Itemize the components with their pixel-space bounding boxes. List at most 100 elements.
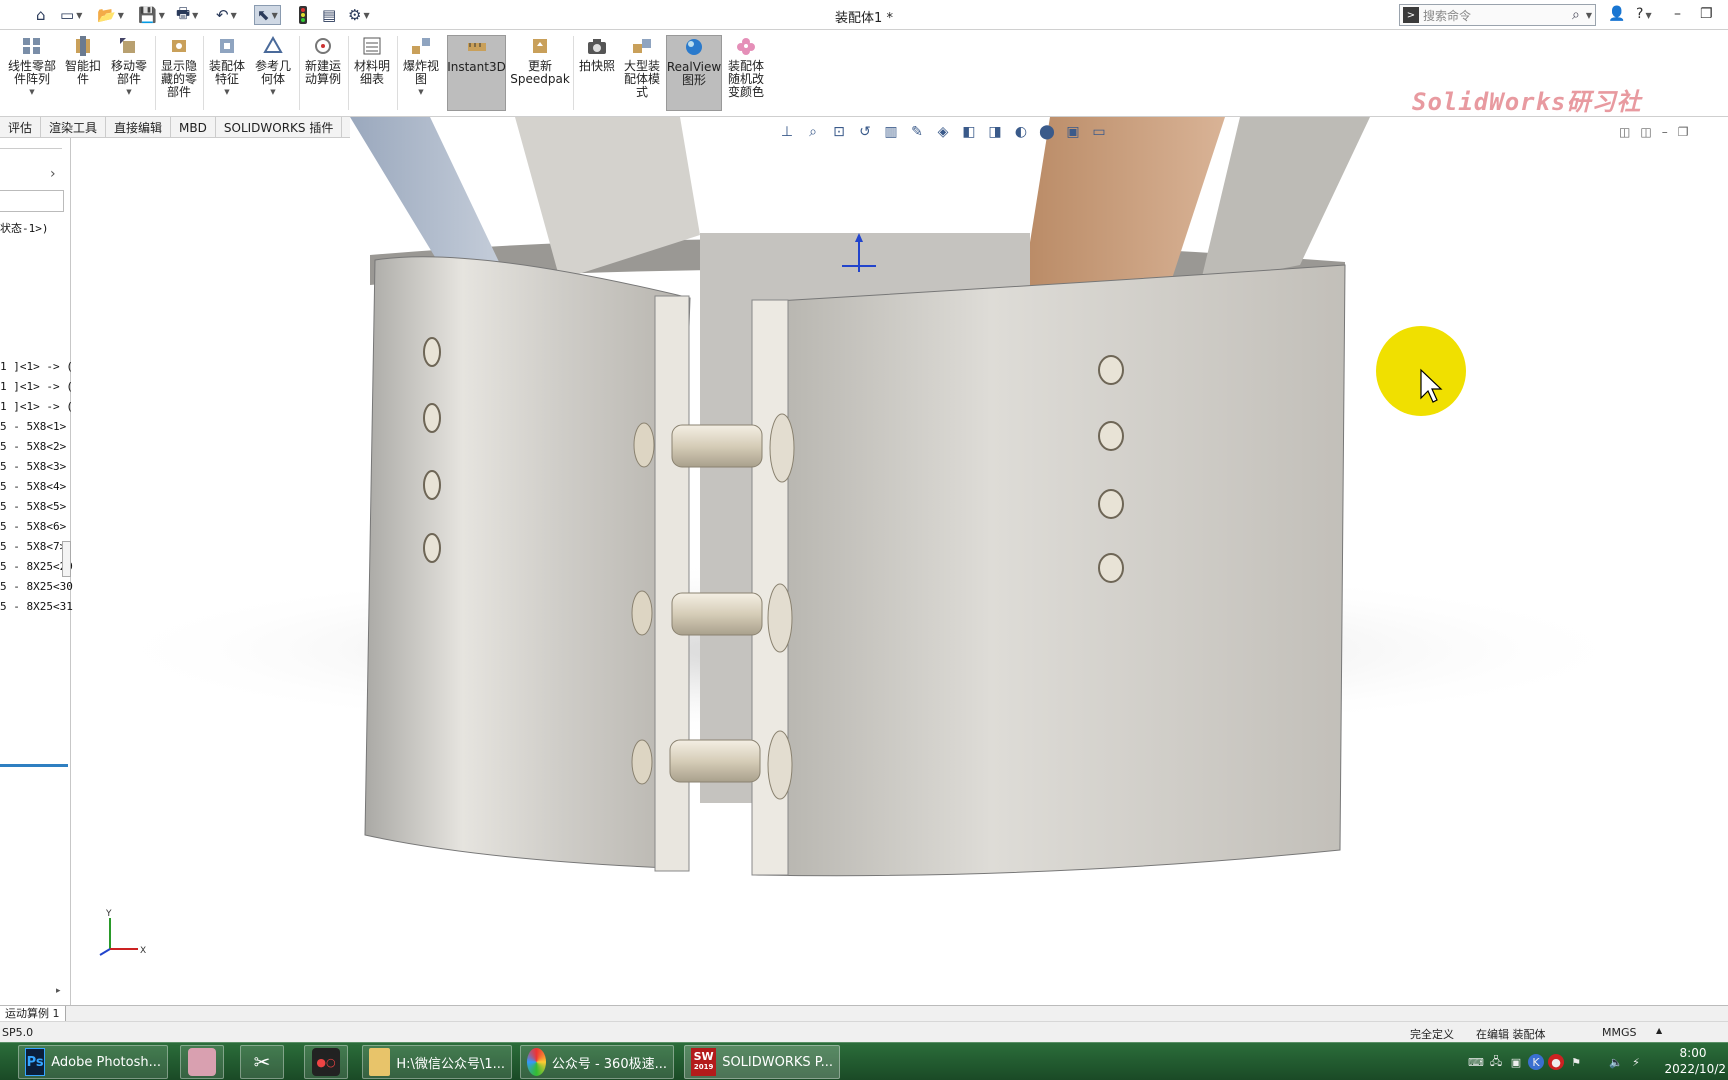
taskbar-app-3[interactable]: ✂ (240, 1045, 284, 1079)
apply-scene-icon[interactable]: ⬤ (1037, 122, 1057, 142)
tab-render-tools[interactable]: 渲染工具 (41, 117, 107, 138)
tree-item[interactable]: 5 - 5X8<1> (0, 420, 66, 433)
tree-item[interactable]: 5 - 5X8<3> (0, 460, 66, 473)
smart-fasteners-button[interactable]: 智能扣 件 (62, 35, 104, 111)
tree-item[interactable]: 5 - 8X25<31 (0, 600, 73, 613)
zoom-to-fit-icon[interactable]: ⌕ (803, 122, 823, 142)
search-dropdown-icon[interactable]: ▼ (1586, 11, 1592, 20)
tile-right-icon[interactable]: ◫ (1640, 125, 1651, 139)
print-button[interactable]: 🖶 ▼ (176, 4, 198, 25)
tab-direct-editing[interactable]: 直接编辑 (106, 117, 172, 138)
large-assembly-mode-button[interactable]: 大型装 配体模 式 (621, 35, 663, 111)
record-icon[interactable]: ● (1548, 1054, 1564, 1070)
reference-geometry-button[interactable]: 参考几 何体 ▼ (252, 35, 294, 111)
open-button[interactable]: 📂 ▼ (97, 5, 124, 25)
tree-item[interactable]: 5 - 8X25<30 (0, 580, 73, 593)
search-commands-input[interactable]: > 搜索命令 ⌕ ▼ (1399, 4, 1596, 26)
tab-solidworks-addins[interactable]: SOLIDWORKS 插件 (216, 117, 343, 138)
expand-chevron-icon[interactable]: › (50, 166, 56, 182)
assembly-features-button[interactable]: 装配体 特征 ▼ (206, 35, 248, 111)
smart-fasteners-icon (71, 35, 95, 57)
save-button[interactable]: 💾 ▼ (138, 5, 165, 25)
edit-appearance-icon[interactable]: ◐ (1011, 122, 1031, 142)
keyboard-icon[interactable]: ⌨ (1468, 1054, 1484, 1070)
graphics-viewport[interactable]: Y X ⊥ ⌕ ⊡ ↺ ▥ ✎ ◈ ◧ ◨ ◐ ⬤ ▣ ▭ ◫ ◫ – ❐ (71, 117, 1728, 1005)
tree-item[interactable]: 5 - 5X8<4> (0, 480, 66, 493)
new-document-button[interactable]: ▭ ▼ (60, 5, 82, 25)
help-label: ? (1636, 6, 1644, 22)
show-hidden-components-button[interactable]: 显示隐 藏的零 部件 (158, 35, 200, 111)
undo-button[interactable]: ↶ ▼ (216, 5, 237, 25)
rebuild-traffic-light-icon[interactable] (298, 5, 308, 25)
previous-view-icon[interactable]: ↺ (855, 122, 875, 142)
viewport-minimize-icon[interactable]: – (1662, 125, 1668, 139)
section-view-icon[interactable]: ▥ (881, 122, 901, 142)
tray-k-icon[interactable]: K (1528, 1054, 1544, 1070)
search-icon[interactable]: ⌕ (1572, 7, 1580, 23)
rb-label: 件 (76, 72, 89, 86)
display-style-icon[interactable]: ◧ (959, 122, 979, 142)
network-icon[interactable]: 🖧 (1488, 1054, 1504, 1070)
exploded-view-button[interactable]: 爆炸视 图 ▼ (400, 35, 442, 111)
power-icon[interactable]: ⚡ (1628, 1054, 1644, 1070)
status-bar: SP5.0 完全定义 在编辑 装配体 MMGS ▲ (0, 1021, 1728, 1042)
instant3d-button[interactable]: Instant3D (447, 35, 506, 111)
realview-graphics-button[interactable]: RealView 图形 (666, 35, 722, 111)
taskbar-explorer[interactable]: H:\微信公众号\1... (362, 1045, 512, 1079)
tree-item[interactable]: 1 ]<1> -> ( (0, 400, 73, 413)
heads-up-view-toolbar: ⊥ ⌕ ⊡ ↺ ▥ ✎ ◈ ◧ ◨ ◐ ⬤ ▣ ▭ (777, 120, 1109, 144)
linear-pattern-button[interactable]: 线性零部 件阵列 ▼ (6, 35, 58, 111)
dynamic-annotation-icon[interactable]: ✎ (907, 122, 927, 142)
update-speedpak-button[interactable]: 更新 Speedpak (510, 35, 570, 111)
tree-filter-input[interactable] (0, 190, 64, 212)
taskbar-browser[interactable]: 公众号 - 360极速... (520, 1045, 674, 1079)
options-gear-icon[interactable]: ⚙ ▼ (348, 5, 370, 25)
user-icon[interactable]: 👤 (1608, 6, 1625, 22)
tree-item[interactable]: 1 ]<1> -> ( (0, 380, 73, 393)
taskbar-solidworks[interactable]: SW 2019 SOLIDWORKS P... (684, 1045, 840, 1079)
view-orientation-icon[interactable]: ⊥ (777, 122, 797, 142)
tab-evaluate[interactable]: 评估 (0, 117, 42, 138)
restore-button[interactable]: ❐ (1700, 6, 1713, 22)
taskbar-app-4[interactable]: ●○ (304, 1045, 348, 1079)
hide-show-items-icon[interactable]: ◨ (985, 122, 1005, 142)
recorder-icon: ●○ (312, 1048, 340, 1076)
take-snapshot-button[interactable]: 拍快照 (576, 35, 618, 111)
scroll-right-icon[interactable]: ▸ (56, 986, 61, 996)
flag-icon[interactable]: ⚑ (1568, 1054, 1584, 1070)
clock-date: 2022/10/2 (1664, 1062, 1726, 1076)
assembly-model[interactable]: Y X (71, 117, 1728, 1005)
taskbar-app-2[interactable] (180, 1045, 224, 1079)
tile-left-icon[interactable]: ◫ (1619, 125, 1630, 139)
view-settings-icon[interactable]: ▣ (1063, 122, 1083, 142)
view-cube-icon[interactable]: ◈ (933, 122, 953, 142)
units-arrow-icon[interactable]: ▲ (1656, 1026, 1662, 1035)
rb-label: 细表 (359, 72, 384, 86)
status-units[interactable]: MMGS (1602, 1026, 1637, 1039)
tree-item[interactable]: 5 - 5X8<6> (0, 520, 66, 533)
home-icon[interactable]: ⌂ (36, 5, 46, 25)
zoom-to-area-icon[interactable]: ⊡ (829, 122, 849, 142)
taskbar-clock[interactable]: 8:00 2022/10/2 (1660, 1045, 1726, 1077)
minimize-button[interactable]: – (1674, 6, 1681, 22)
new-motion-study-button[interactable]: 新建运 动算例 (302, 35, 344, 111)
select-button[interactable]: ⬉ ▼ (254, 5, 281, 25)
tree-item[interactable]: 5 - 5X8<5> (0, 500, 66, 513)
tab-mbd[interactable]: MBD (171, 117, 216, 138)
move-component-button[interactable]: 移动零 部件 ▼ (108, 35, 150, 111)
tree-item[interactable]: 5 - 5X8<2> (0, 440, 66, 453)
panel-splitter-handle[interactable] (62, 541, 71, 577)
viewport-restore-icon[interactable]: ❐ (1678, 125, 1689, 139)
tree-item[interactable]: 1 ]<1> -> ( (0, 360, 73, 373)
motion-study-tab[interactable]: 运动算例 1 (0, 1006, 66, 1021)
random-color-button[interactable]: 装配体 随机改 变颜色 (725, 35, 767, 111)
monitor-icon[interactable]: ▭ (1089, 122, 1109, 142)
bill-of-materials-button[interactable]: 材料明 细表 (351, 35, 393, 111)
volume-icon[interactable]: 🔈 (1608, 1054, 1624, 1070)
taskbar-photoshop[interactable]: Ps Adobe Photosh... (18, 1045, 168, 1079)
bom-icon (360, 35, 384, 57)
help-icon[interactable]: ? ▼ (1636, 6, 1652, 22)
tree-item[interactable]: 5 - 5X8<7> (0, 540, 66, 553)
tray-app-icon[interactable]: ▣ (1508, 1054, 1524, 1070)
file-properties-icon[interactable]: ▤ (322, 5, 336, 25)
